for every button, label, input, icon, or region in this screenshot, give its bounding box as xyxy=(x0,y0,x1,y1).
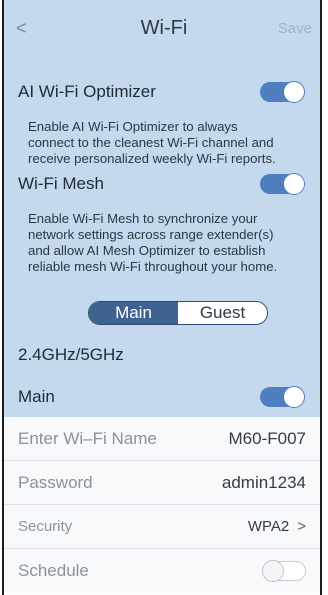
ai-optimizer-toggle[interactable] xyxy=(260,81,305,103)
description-line: Enable AI Wi-Fi Optimizer to always xyxy=(28,119,238,134)
description-line: and allow AI Mesh Optimizer to establish xyxy=(28,243,266,258)
settings-panel: AI Wi-Fi Optimizer Enable AI Wi-Fi Optim… xyxy=(4,57,320,301)
security-label: Security xyxy=(18,518,73,535)
back-button[interactable]: < xyxy=(4,18,76,39)
save-button[interactable]: Save xyxy=(252,20,320,37)
toggle-knob xyxy=(283,173,305,195)
wifi-name-field[interactable]: Enter Wi–Fi Name M60-F007 xyxy=(4,417,320,461)
description-line: Enable Wi-Fi Mesh to synchronize your xyxy=(28,211,258,226)
wifi-name-label: Enter Wi–Fi Name xyxy=(18,428,157,448)
ai-optimizer-description: Enable AI Wi-Fi Optimizer to always conn… xyxy=(4,117,320,167)
schedule-label: Schedule xyxy=(18,561,89,580)
main-network-label: Main xyxy=(18,387,55,406)
mesh-row: Wi-Fi Mesh xyxy=(4,167,320,201)
main-network-row: Main xyxy=(4,382,320,412)
mesh-label: Wi-Fi Mesh xyxy=(18,174,104,193)
security-value: WPA2 xyxy=(247,518,290,535)
password-value[interactable]: admin1234 xyxy=(222,473,306,493)
toggle-knob xyxy=(262,560,284,582)
ai-optimizer-row: AI Wi-Fi Optimizer xyxy=(4,57,320,117)
ai-optimizer-label: AI Wi-Fi Optimizer xyxy=(18,82,156,101)
security-row[interactable]: Security WPA2 > xyxy=(4,505,320,549)
main-network-toggle[interactable] xyxy=(260,386,305,408)
network-segmented-control: Main Guest xyxy=(88,301,268,325)
password-label: Password xyxy=(18,472,93,492)
mesh-toggle[interactable] xyxy=(260,173,305,195)
tab-guest[interactable]: Guest xyxy=(178,302,267,324)
description-line: reliable mesh Wi-Fi throughout your home… xyxy=(28,259,278,274)
description-line: receive personalized weekly Wi-Fi report… xyxy=(28,151,276,166)
app-frame: < Wi-Fi Save AI Wi-Fi Optimizer Enable A… xyxy=(2,0,322,595)
description-line: network settings across range extender(s… xyxy=(28,227,274,242)
toggle-knob xyxy=(283,81,305,103)
schedule-row: Schedule xyxy=(4,549,320,593)
header-bar: < Wi-Fi Save xyxy=(4,0,320,57)
tab-main[interactable]: Main xyxy=(89,302,178,324)
band-label: 2.4GHz/5GHz xyxy=(18,345,124,364)
band-heading: 2.4GHz/5GHz xyxy=(18,345,124,365)
password-field[interactable]: Password admin1234 xyxy=(4,461,320,505)
wifi-name-value[interactable]: M60-F007 xyxy=(229,429,306,449)
mesh-description: Enable Wi-Fi Mesh to synchronize your ne… xyxy=(4,201,320,275)
toggle-knob xyxy=(283,386,305,408)
chevron-right-icon: > xyxy=(297,518,306,535)
description-line: connect to the cleanest Wi-Fi channel an… xyxy=(28,135,274,150)
security-value-group: WPA2 > xyxy=(248,518,306,535)
page-title: Wi-Fi xyxy=(140,17,188,39)
schedule-toggle[interactable] xyxy=(262,560,306,582)
